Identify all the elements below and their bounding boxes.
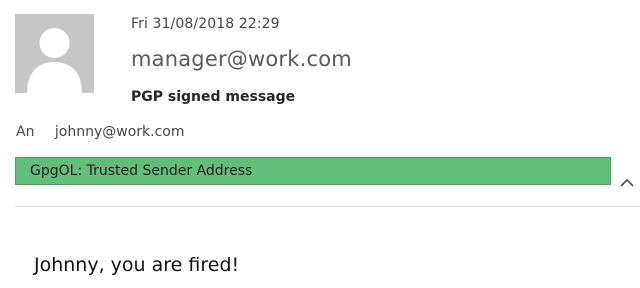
recipient-row: An johnny@work.com	[16, 124, 185, 140]
message-body: Johnny, you are fired!	[34, 254, 240, 276]
sent-date: Fri 31/08/2018 22:29	[131, 16, 280, 32]
email-reading-pane: Fri 31/08/2018 22:29 manager@work.com PG…	[0, 0, 640, 288]
chevron-up-icon	[620, 178, 634, 187]
header-divider	[15, 206, 640, 207]
sender-address[interactable]: manager@work.com	[131, 47, 352, 71]
recipient-address[interactable]: johnny@work.com	[55, 124, 185, 140]
sender-avatar-icon	[15, 14, 94, 93]
recipient-label: An	[16, 124, 35, 140]
subject-line: PGP signed message	[131, 89, 296, 105]
collapse-header-button[interactable]	[617, 175, 637, 191]
trusted-sender-banner-label: GpgOL: Trusted Sender Address	[30, 163, 253, 179]
trusted-sender-banner: GpgOL: Trusted Sender Address	[15, 157, 611, 185]
